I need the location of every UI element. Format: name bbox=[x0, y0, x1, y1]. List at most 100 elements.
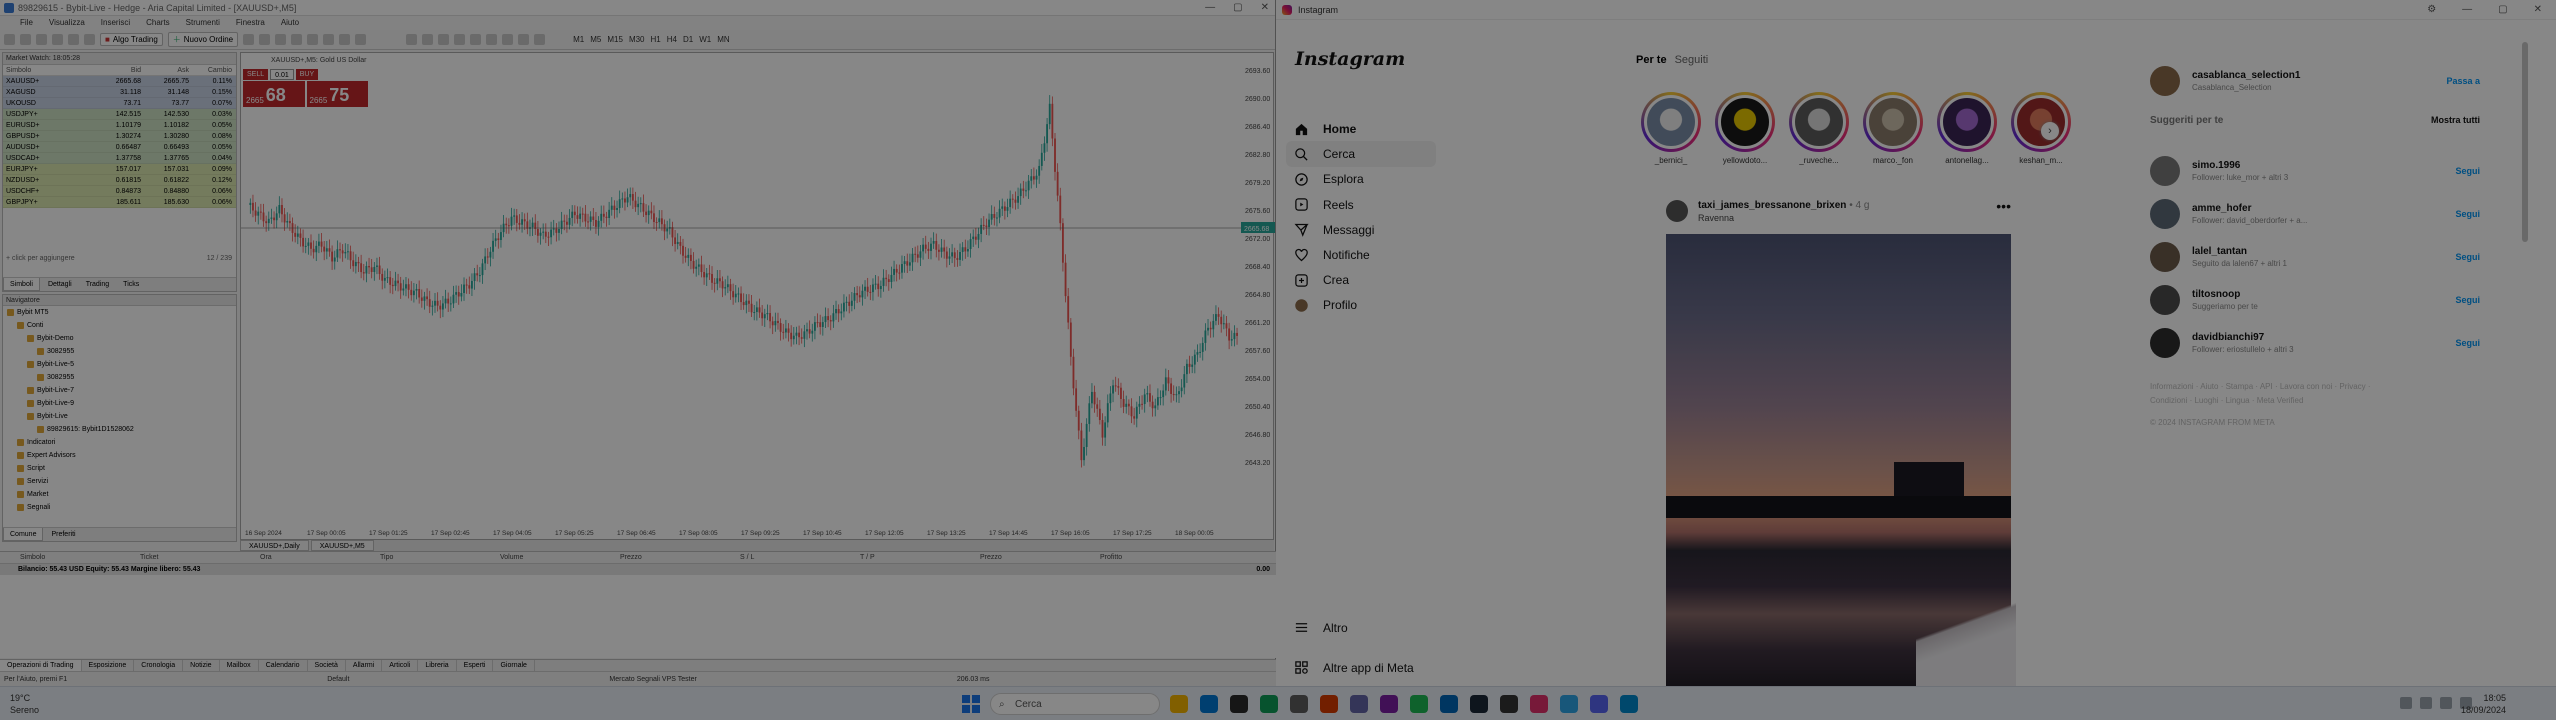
suggestion-username[interactable]: lalel_tantan bbox=[2192, 246, 2247, 257]
line-icon[interactable] bbox=[438, 34, 450, 45]
post-author-avatar[interactable] bbox=[1666, 200, 1688, 222]
taskbar-app-icon[interactable] bbox=[1590, 695, 1608, 713]
menu-strumenti[interactable]: Strumenti bbox=[186, 16, 220, 30]
chart-tab[interactable]: XAUUSD+,Daily bbox=[240, 540, 309, 551]
market-watch-row[interactable]: XAUUSD+ 2665.68 2665.75 0.11% bbox=[3, 76, 236, 87]
trade-col-header[interactable]: Tipo bbox=[380, 552, 500, 563]
taskbar-app-icon[interactable] bbox=[1290, 695, 1308, 713]
show-all-link[interactable]: Mostra tutti bbox=[2431, 115, 2480, 125]
timeframe-d1[interactable]: D1 bbox=[680, 35, 696, 44]
new-order-button[interactable]: ＋ Nuovo Ordine bbox=[167, 32, 239, 47]
balance-row[interactable]: Bilancio: 55.43 USD Equity: 55.43 Margin… bbox=[0, 564, 1276, 575]
col-ask[interactable]: Ask bbox=[141, 65, 189, 75]
trade-col-header[interactable]: Profitto bbox=[1100, 552, 1160, 563]
more-options-icon[interactable]: ••• bbox=[1996, 198, 2011, 214]
trade-col-header[interactable]: Ticket bbox=[140, 552, 260, 563]
taskbar-clock[interactable]: 18:05 18/09/2024 bbox=[2461, 692, 2506, 716]
story-item[interactable]: antonellag... bbox=[1936, 92, 1998, 165]
nav-item-reels[interactable]: Reels bbox=[1286, 192, 1436, 218]
shapes-icon[interactable] bbox=[486, 34, 498, 45]
suggestion-username[interactable]: davidbianchi97 bbox=[2192, 332, 2264, 343]
toolbox-tab[interactable]: Libreria bbox=[418, 660, 457, 671]
taskbar-app-icon[interactable] bbox=[1170, 695, 1188, 713]
navigator-icon[interactable] bbox=[52, 34, 63, 45]
text-icon[interactable] bbox=[502, 34, 514, 45]
maximize-icon[interactable]: ▢ bbox=[1233, 0, 1242, 16]
market-watch-row[interactable]: USDCHF+ 0.84873 0.84880 0.06% bbox=[3, 186, 236, 197]
right-scrollbar[interactable] bbox=[2522, 42, 2528, 242]
new-chart-icon[interactable] bbox=[4, 34, 15, 45]
navigator-item[interactable]: Bybit-Live bbox=[3, 410, 236, 423]
trade-col-header[interactable]: T / P bbox=[860, 552, 980, 563]
close-icon[interactable]: ✕ bbox=[2534, 0, 2542, 20]
suggestion-avatar[interactable] bbox=[2150, 156, 2180, 186]
trade-col-header[interactable]: Simbolo bbox=[20, 552, 140, 563]
follow-button[interactable]: Segui bbox=[2455, 338, 2480, 348]
navigator-item[interactable]: 3082955 bbox=[3, 371, 236, 384]
navigator-item[interactable]: Script bbox=[3, 462, 236, 475]
suggestion-username[interactable]: tiltosnoop bbox=[2192, 289, 2240, 300]
market-watch-row[interactable]: AUDUSD+ 0.66487 0.66493 0.05% bbox=[3, 142, 236, 153]
tab-following[interactable]: Seguiti bbox=[1675, 54, 1709, 66]
market-watch-row[interactable]: GBPJPY+ 185.611 185.630 0.06% bbox=[3, 197, 236, 208]
nav-item-messaggi[interactable]: Messaggi bbox=[1286, 217, 1436, 243]
price-chart[interactable]: XAUUSD+,M5: Gold US Dollar SELL 0.01 BUY… bbox=[240, 52, 1275, 540]
zoom-out-icon[interactable] bbox=[259, 34, 271, 45]
story-item[interactable]: _bernici_ bbox=[1640, 92, 1702, 165]
market-watch-row[interactable]: GBPUSD+ 1.30274 1.30280 0.08% bbox=[3, 131, 236, 142]
cursor-icon[interactable] bbox=[406, 34, 418, 45]
current-account-username[interactable]: casablanca_selection1 bbox=[2192, 70, 2300, 81]
timeframe-h1[interactable]: H1 bbox=[648, 35, 664, 44]
add-symbol-link[interactable]: + click per aggiungere bbox=[6, 255, 75, 262]
taskbar-app-icon[interactable] bbox=[1380, 695, 1398, 713]
tab-for-you[interactable]: Per te bbox=[1636, 54, 1667, 66]
market-watch-icon[interactable] bbox=[36, 34, 47, 45]
trade-col-header[interactable]: Prezzo bbox=[980, 552, 1100, 563]
toolbox-tab[interactable]: Società bbox=[308, 660, 346, 671]
follow-button[interactable]: Segui bbox=[2455, 295, 2480, 305]
taskbar-app-icon[interactable] bbox=[1500, 695, 1518, 713]
toolbox-tab[interactable]: Mailbox bbox=[220, 660, 259, 671]
fibonacci-icon[interactable] bbox=[470, 34, 482, 45]
toolbox-icon[interactable] bbox=[68, 34, 79, 45]
timeframe-h4[interactable]: H4 bbox=[664, 35, 680, 44]
footer-links[interactable]: Informazioni · Aiuto · Stampa · API · La… bbox=[2150, 380, 2380, 408]
tray-chevron-icon[interactable] bbox=[2400, 697, 2412, 709]
taskbar-app-icon[interactable] bbox=[1560, 695, 1578, 713]
post-author[interactable]: taxi_james_bressanone_brixen • 4 g bbox=[1698, 200, 1869, 211]
timeframe-m15[interactable]: M15 bbox=[604, 35, 626, 44]
period-icon[interactable] bbox=[534, 34, 546, 45]
trade-col-header[interactable]: S / L bbox=[740, 552, 860, 563]
nav-item-crea[interactable]: Crea bbox=[1286, 267, 1436, 293]
col-bid[interactable]: Bid bbox=[93, 65, 141, 75]
toolbox-tab[interactable]: Esperti bbox=[457, 660, 494, 671]
navigator-item[interactable]: 89829615: Bybit1D1528062 bbox=[3, 423, 236, 436]
col-change[interactable]: Cambio bbox=[189, 65, 235, 75]
grid-icon[interactable] bbox=[275, 34, 287, 45]
taskbar-app-icon[interactable] bbox=[1320, 695, 1338, 713]
follow-button[interactable]: Segui bbox=[2455, 252, 2480, 262]
follow-button[interactable]: Segui bbox=[2455, 166, 2480, 176]
switch-account-link[interactable]: Passa a bbox=[2446, 76, 2480, 86]
templates-icon[interactable] bbox=[355, 34, 367, 45]
navigator-tab-preferiti[interactable]: Preferiti bbox=[45, 528, 81, 541]
navigator-item[interactable]: Segnali bbox=[3, 501, 236, 514]
market-watch-tab-dettagli[interactable]: Dettagli bbox=[42, 278, 78, 291]
toolbox-tab[interactable]: Allarmi bbox=[346, 660, 383, 671]
navigator-item[interactable]: Market bbox=[3, 488, 236, 501]
timeframe-m1[interactable]: M1 bbox=[570, 35, 587, 44]
market-watch-row[interactable]: XAGUSD 31.118 31.148 0.15% bbox=[3, 87, 236, 98]
navigator-item[interactable]: Expert Advisors bbox=[3, 449, 236, 462]
maximize-icon[interactable]: ▢ bbox=[2498, 0, 2507, 20]
trade-col-header[interactable]: Prezzo bbox=[620, 552, 740, 563]
nav-item-profilo[interactable]: Profilo bbox=[1286, 292, 1436, 318]
taskbar-search[interactable]: ⌕ Cerca bbox=[990, 693, 1160, 715]
trade-col-header[interactable]: Ora bbox=[260, 552, 380, 563]
trade-col-header[interactable]: Volume bbox=[500, 552, 620, 563]
navigator-item[interactable]: Conti bbox=[3, 319, 236, 332]
objects-icon[interactable] bbox=[339, 34, 351, 45]
suggestion-avatar[interactable] bbox=[2150, 199, 2180, 229]
suggestion-avatar[interactable] bbox=[2150, 285, 2180, 315]
timeframe-w1[interactable]: W1 bbox=[696, 35, 714, 44]
suggestion-username[interactable]: amme_hofer bbox=[2192, 203, 2251, 214]
